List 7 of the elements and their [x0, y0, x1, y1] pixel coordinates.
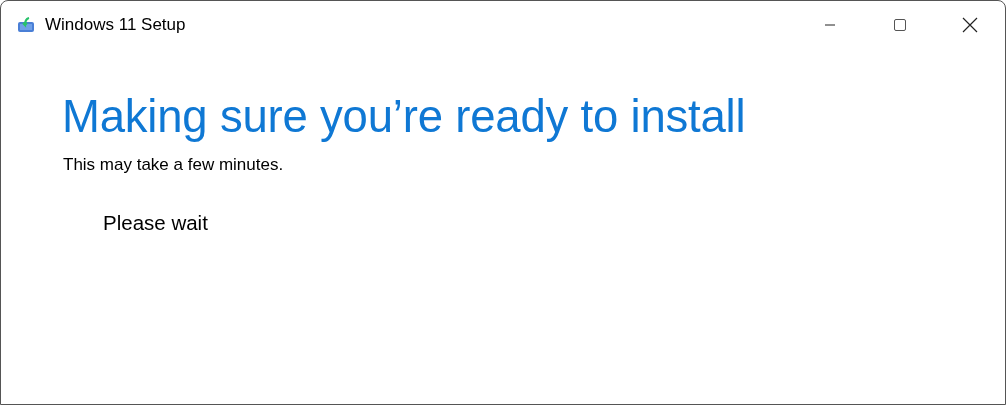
- maximize-icon: [893, 18, 907, 32]
- close-icon: [962, 17, 978, 33]
- setup-app-icon: [17, 17, 35, 33]
- subtitle-text: This may take a few minutes.: [63, 155, 285, 175]
- window-title: Windows 11 Setup: [45, 15, 186, 35]
- page-heading: Making sure you’re ready to install: [62, 91, 747, 143]
- status-text: Please wait: [103, 211, 209, 235]
